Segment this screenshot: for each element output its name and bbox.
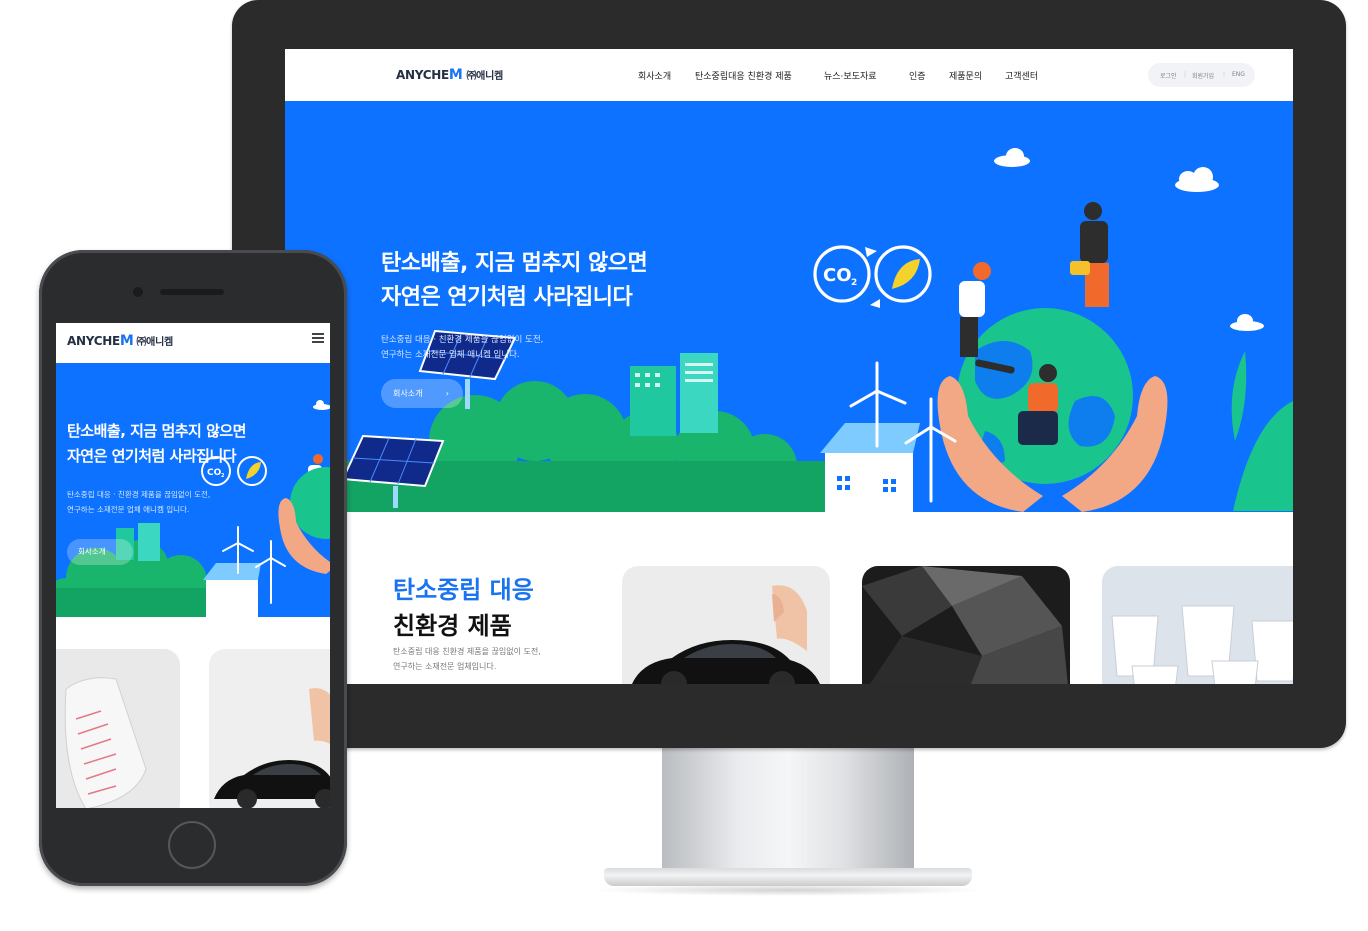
- mobile-product-card-bag[interactable]: [56, 649, 180, 808]
- hero-sub-line1: 탄소중립 대응 · 친환경 제품을 끊임없이 도전,: [381, 335, 544, 345]
- hero-title-line2: 자연은 연기처럼 사라집니다: [381, 285, 633, 310]
- product-title-line1: 탄소중립 대응: [393, 576, 534, 604]
- mobile-car-image: [214, 688, 330, 808]
- front-camera-icon: [133, 287, 143, 297]
- product-section: 탄소중립 대응 친환경 제품 탄소중립 대응 친환경 제품을 끊임없이 도전, …: [285, 512, 1293, 684]
- product-card-car[interactable]: [622, 566, 830, 684]
- monitor-stand-base: [604, 868, 972, 886]
- black-film-image: [862, 566, 1068, 684]
- monitor-stand: [662, 748, 914, 878]
- mobile-logo-brand: ANYCHE: [67, 334, 120, 348]
- nav-item-about[interactable]: 회사소개: [638, 69, 671, 82]
- mobile-hero-banner: CO 2 탄소배출, 지금 멈추지 않으면 자연은 연기처럼 사라집니다 탄소중…: [56, 363, 330, 617]
- co2-label: CO: [823, 265, 852, 286]
- hero-button-label: 회사소개: [393, 389, 423, 398]
- hero-sub-line2: 연구하는 소재전문 업체 애니켐 입니다.: [381, 350, 520, 360]
- product-subtitle: 탄소중립 대응 친환경 제품을 끊임없이 도전, 연구하는 소재전문 업체입니다…: [393, 644, 541, 674]
- mobile-hero-title-line1: 탄소배출, 지금 멈추지 않으면: [67, 422, 246, 440]
- login-link[interactable]: 로그인: [1160, 71, 1177, 80]
- paper-cups-image: [1111, 605, 1293, 684]
- hamburger-menu-icon[interactable]: [312, 333, 324, 343]
- mobile-header: ANYCHEM ㈜애니켐: [56, 323, 330, 363]
- mobile-co2-subscript: 2: [221, 473, 225, 479]
- mobile-website: ANYCHEM ㈜애니켐 CO 2 탄소배출, 지금 멈추지 않으면 자연은 연…: [56, 323, 330, 808]
- mobile-product-card-car[interactable]: [209, 649, 330, 808]
- logo-mark: M: [448, 67, 463, 83]
- util-menu: 로그인 | 회원가입 | ENG: [1148, 63, 1255, 87]
- co2-subscript: 2: [851, 278, 857, 288]
- speaker-grille: [160, 289, 224, 295]
- mobile-hero-about-button[interactable]: 회사소개: [67, 539, 133, 565]
- plastic-bag-image: [64, 677, 147, 808]
- nav-item-inquiry[interactable]: 제품문의: [949, 69, 982, 82]
- desktop-logo[interactable]: ANYCHEM ㈜애니켐: [396, 67, 503, 83]
- chevron-right-icon: ›: [445, 389, 449, 398]
- logo-brand: ANYCHE: [396, 68, 449, 82]
- mobile-logo[interactable]: ANYCHEM ㈜애니켐: [67, 333, 173, 349]
- mobile-hero-subtitle: 탄소중립 대응 · 친환경 제품을 끊임없이 도전, 연구하는 소재전문 업체 …: [67, 487, 210, 517]
- product-card-film[interactable]: [862, 566, 1070, 684]
- home-button[interactable]: [168, 821, 216, 869]
- product-card-cups[interactable]: [1102, 566, 1293, 684]
- logo-company: ㈜애니켐: [466, 71, 503, 82]
- hero-title: 탄소배출, 지금 멈추지 않으면 자연은 연기처럼 사라집니다: [381, 247, 648, 315]
- mobile-hero-sub-line2: 연구하는 소재전문 업체 애니켐 입니다.: [67, 505, 190, 514]
- car-image: [632, 585, 820, 684]
- nav-item-news[interactable]: 뉴스·보도자료: [824, 69, 877, 82]
- nav-item-support[interactable]: 고객센터: [1005, 69, 1038, 82]
- hero-banner: CO 2 탄소배출, 지금 멈추지 않으면 자연은 연기처럼 사라집니다 탄소중…: [285, 101, 1293, 512]
- desktop-website: ANYCHEM ㈜애니켐 회사소개 탄소중립대응 친환경 제품 뉴스·보도자료 인…: [285, 49, 1293, 684]
- mobile-co2-label: CO: [207, 468, 222, 478]
- mobile-hero-button-label: 회사소개: [78, 547, 106, 556]
- eng-link[interactable]: ENG: [1232, 71, 1245, 78]
- mobile-hero-title: 탄소배출, 지금 멈추지 않으면 자연은 연기처럼 사라집니다: [67, 419, 246, 469]
- mobile-logo-mark: M: [119, 333, 134, 349]
- nav-item-products[interactable]: 탄소중립대응 친환경 제품: [695, 69, 792, 82]
- hero-about-button[interactable]: 회사소개 ›: [381, 379, 463, 408]
- hero-title-line1: 탄소배출, 지금 멈추지 않으면: [381, 251, 648, 276]
- nav-item-certification[interactable]: 인증: [909, 69, 926, 82]
- product-sub-line2: 연구하는 소재전문 업체입니다.: [393, 662, 497, 671]
- desktop-header: ANYCHEM ㈜애니켐 회사소개 탄소중립대응 친환경 제품 뉴스·보도자료 인…: [285, 49, 1293, 101]
- mobile-hero-sub-line1: 탄소중립 대응 · 친환경 제품을 끊임없이 도전,: [67, 490, 211, 499]
- mobile-logo-company: ㈜애니켐: [136, 337, 173, 348]
- mobile-hero-title-line2: 자연은 연기처럼 사라집니다: [67, 447, 237, 465]
- product-title-line2: 친환경 제품: [393, 612, 512, 640]
- product-sub-line1: 탄소중립 대응 친환경 제품을 끊임없이 도전,: [393, 647, 541, 656]
- signup-link[interactable]: 회원가입: [1192, 71, 1214, 80]
- mobile-product-section: [56, 617, 330, 808]
- hero-subtitle: 탄소중립 대응 · 친환경 제품을 끊임없이 도전, 연구하는 소재전문 업체 …: [381, 333, 543, 363]
